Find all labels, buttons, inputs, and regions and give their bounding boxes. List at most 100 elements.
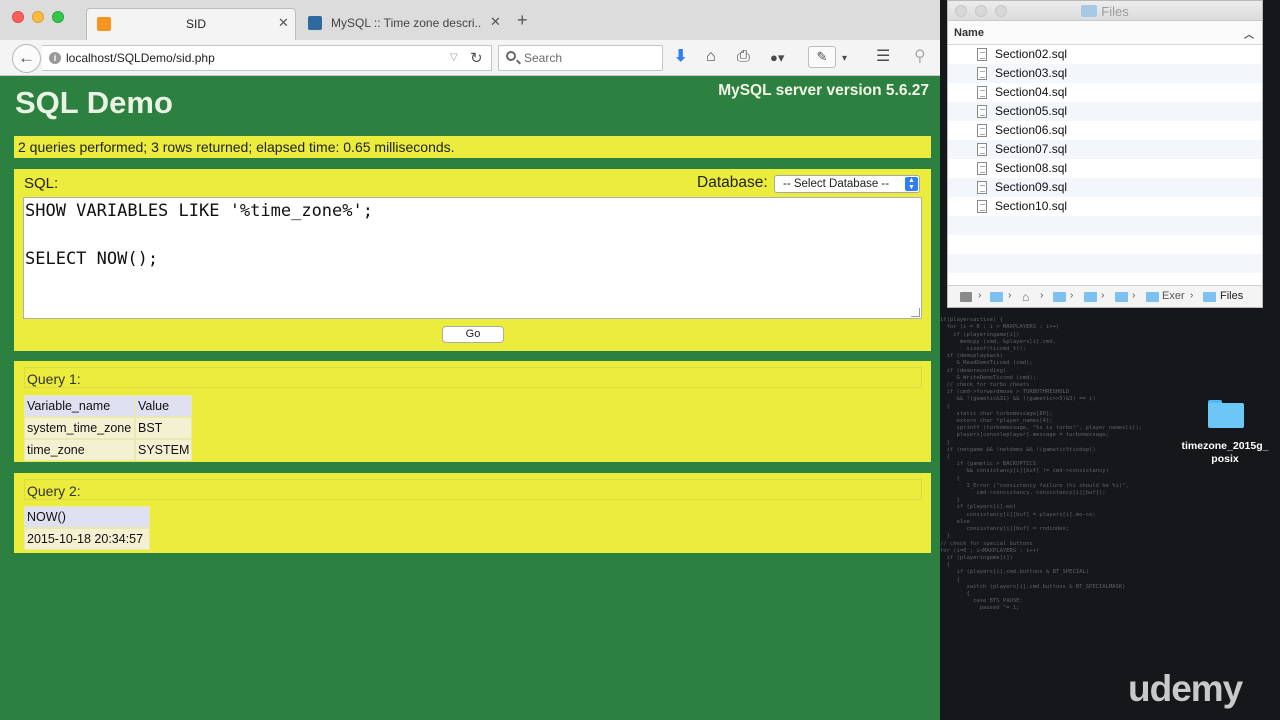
empty-row [948,235,1262,254]
folder-icon[interactable] [1053,292,1066,302]
page-content: SQL Demo MySQL server version 5.6.27 2 q… [0,77,940,720]
finder-titlebar: Files [948,1,1262,21]
navigation-bar: ← i localhost/SQLDemo/sid.php ▽ ↻ Search… [0,40,940,76]
desktop-wallpaper-code: if(playersactive) { for (i = 0 ; i < MAX… [940,317,1142,612]
query-label: Query 1: [24,367,922,388]
document-icon [977,162,987,175]
server-version: MySQL server version 5.6.27 [718,82,929,99]
developer-tools-icon[interactable]: ✎ [808,46,836,68]
result-table: NOW() 2015-10-18 20:34:57 [24,506,150,550]
file-item[interactable]: Section09.sql [948,178,1262,197]
column-header: Value [135,395,193,417]
document-icon [977,181,987,194]
column-header: Variable_name [24,395,135,417]
path-separator-icon: › [1040,290,1044,301]
sql-label: SQL: [24,175,59,192]
table-cell: time_zone [24,439,135,461]
file-item[interactable]: Section07.sql [948,140,1262,159]
udemy-watermark: udemy [1128,668,1243,709]
select-arrows-icon: ▲ ▼ [905,177,918,191]
file-item[interactable]: Section08.sql [948,159,1262,178]
folder-label[interactable]: timezone_2015g_ posix [1176,440,1274,466]
path-separator-icon: › [1101,290,1105,301]
document-icon [977,105,987,118]
print-icon[interactable]: ⎙ [737,48,750,66]
path-item-files[interactable]: Files [1220,290,1243,302]
new-tab-icon[interactable]: + [517,11,528,29]
search-icon[interactable]: ⚲ [914,48,926,66]
sid-favicon-icon [97,17,111,31]
path-bar: › › ⌂ › › › › Exer › Files [948,285,1262,307]
home-icon[interactable]: ⌂ [1022,290,1029,304]
file-list: Section02.sql Section03.sql Section04.sq… [948,45,1262,287]
info-icon[interactable]: i [49,52,61,64]
table-cell: BST [135,417,193,439]
tab-title: MySQL :: Time zone descri... [331,16,481,30]
history-dropdown-icon[interactable]: ▽ [450,52,458,63]
document-icon [977,86,987,99]
document-icon [977,200,987,213]
folder-icon[interactable] [1203,292,1216,302]
query-label: Query 2: [24,479,922,500]
zoom-window-icon[interactable] [52,11,64,23]
mysql-favicon-icon [308,16,322,30]
adblock-icon[interactable]: ●▾ [770,49,784,67]
path-separator-icon: › [1070,290,1074,301]
table-cell: system_time_zone [24,417,135,439]
database-select[interactable]: -- Select Database -- ▲ ▼ [774,175,920,193]
document-icon [977,124,987,137]
table-header-row: Variable_name Value [24,395,193,417]
minimize-window-icon[interactable] [32,11,44,23]
file-item[interactable]: Section10.sql [948,197,1262,216]
disk-icon[interactable] [960,292,972,302]
column-header-name[interactable]: Name ︿ [948,21,1262,45]
back-button[interactable]: ← [12,44,41,73]
file-item[interactable]: Section04.sql [948,83,1262,102]
empty-row [948,254,1262,273]
download-icon[interactable]: ⬇ [674,48,687,66]
resize-grip-icon[interactable] [911,308,920,317]
table-header-row: NOW() [24,506,150,528]
finder-title: Files [948,4,1262,19]
url-text[interactable]: localhost/SQLDemo/sid.php [66,51,215,65]
folder-icon[interactable] [990,292,1003,302]
query-result-panel: Query 1: Variable_name Value system_time… [14,361,931,462]
database-label: Database: [697,174,768,191]
tab-title: SID [186,17,207,31]
home-icon[interactable]: ⌂ [706,48,716,66]
status-bar: 2 queries performed; 3 rows returned; el… [14,136,931,158]
sql-textarea[interactable]: SHOW VARIABLES LIKE '%time_zone%'; SELEC… [23,197,922,319]
url-bar[interactable]: i localhost/SQLDemo/sid.php ▽ ↻ [42,45,492,71]
finder-window: Files Name ︿ Section02.sql Section03.sql … [947,0,1263,308]
document-icon [977,48,987,61]
table-cell: SYSTEM [135,439,193,461]
folder-icon[interactable] [1208,400,1244,428]
chevron-down-icon[interactable]: ▾ [842,50,847,68]
close-tab-icon[interactable]: ✕ [278,15,289,31]
close-tab-icon[interactable]: ✕ [490,14,501,30]
file-item[interactable]: Section06.sql [948,121,1262,140]
file-item[interactable]: Section03.sql [948,64,1262,83]
folder-icon[interactable] [1146,292,1159,302]
tab-sid[interactable]: SID ✕ [86,8,296,40]
search-placeholder: Search [524,51,563,65]
path-item-exer[interactable]: Exer [1162,290,1185,302]
reload-icon[interactable]: ↻ [470,49,483,67]
path-separator-icon: › [978,290,982,301]
folder-icon[interactable] [1115,292,1128,302]
menu-icon[interactable]: ☰ [876,48,890,66]
file-item[interactable]: Section02.sql [948,45,1262,64]
document-icon [977,67,987,80]
tab-mysql-docs[interactable]: MySQL :: Time zone descri... ✕ [298,8,510,40]
chevron-up-icon: ︿ [1244,30,1254,41]
path-separator-icon: › [1190,290,1194,301]
path-separator-icon: › [1132,290,1136,301]
folder-icon [1081,5,1098,17]
file-item[interactable]: Section05.sql [948,102,1262,121]
folder-icon[interactable] [1084,292,1097,302]
tab-bar: SID ✕ MySQL :: Time zone descri... ✕ + [0,0,940,40]
close-window-icon[interactable] [12,11,24,23]
go-button[interactable]: Go [442,326,504,343]
column-header: NOW() [24,506,150,528]
search-input[interactable]: Search [498,45,663,71]
